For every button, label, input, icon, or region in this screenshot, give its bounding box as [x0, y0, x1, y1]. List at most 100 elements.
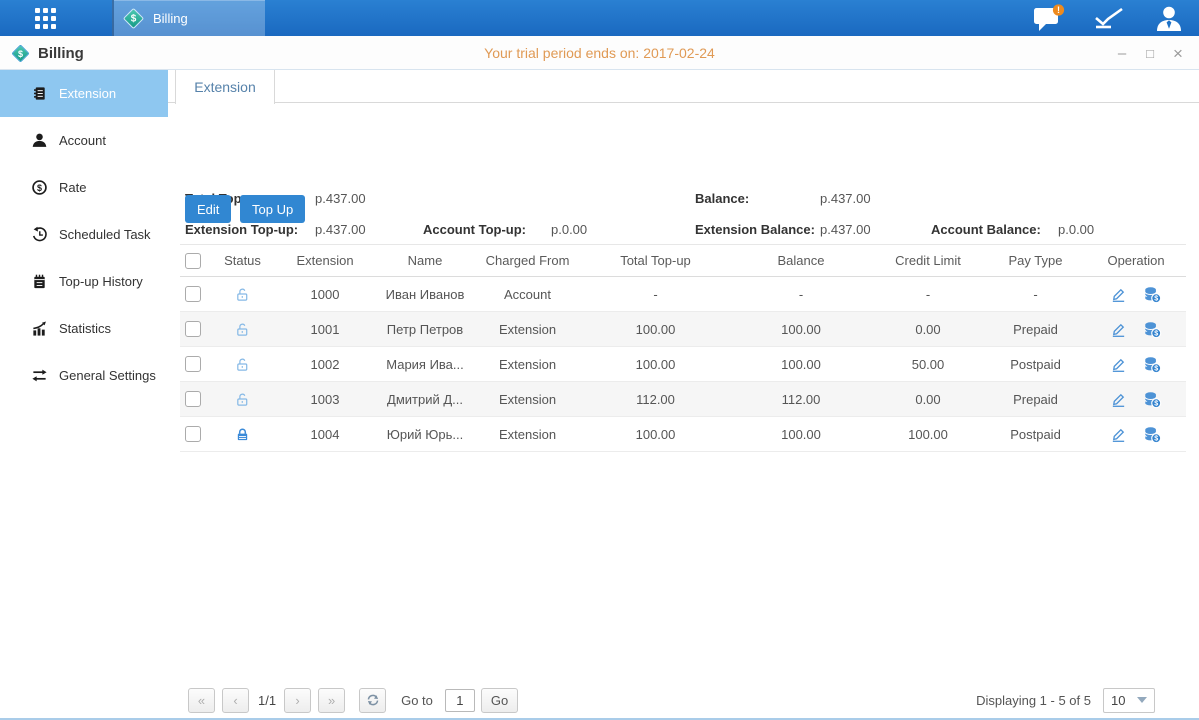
table-row: 1004 Юрий Юрь... Extension 100.00 100.00…	[180, 417, 1186, 452]
minimize-icon[interactable]: –	[1113, 44, 1131, 62]
app-tab-label: Billing	[153, 11, 188, 26]
row-credit-limit: 0.00	[871, 392, 985, 407]
row-balance: 100.00	[731, 322, 871, 337]
row-balance: 100.00	[731, 357, 871, 372]
sidebar-item-extension[interactable]: Extension	[0, 70, 168, 117]
row-credit-limit: -	[871, 287, 985, 302]
row-total-topup: 100.00	[580, 357, 731, 372]
sidebar-item-statistics[interactable]: Statistics	[0, 305, 168, 352]
edit-row-icon[interactable]	[1110, 286, 1127, 303]
prev-page-button[interactable]: ‹	[222, 688, 249, 713]
svg-text:$: $	[37, 183, 42, 193]
svg-text:!: !	[1057, 5, 1060, 15]
svg-text:$: $	[1154, 294, 1158, 302]
dollar-circle-icon: $	[31, 179, 48, 196]
row-checkbox[interactable]	[185, 391, 201, 407]
sidebar-item-rate[interactable]: $ Rate	[0, 164, 168, 211]
sidebar-item-general-settings[interactable]: General Settings	[0, 352, 168, 399]
edit-row-icon[interactable]	[1110, 391, 1127, 408]
edit-row-icon[interactable]	[1110, 426, 1127, 443]
pencil-icon	[1110, 321, 1127, 338]
topup-row-icon[interactable]: $	[1143, 320, 1162, 339]
topup-row-icon[interactable]: $	[1143, 285, 1162, 304]
account-balance-label: Account Balance:	[931, 222, 1041, 237]
chat-bubble-icon: !	[1033, 4, 1065, 32]
topup-row-icon[interactable]: $	[1143, 355, 1162, 374]
refresh-button[interactable]	[359, 688, 386, 713]
balance-value: p.437.00	[820, 191, 871, 206]
row-charged-from: Account	[475, 287, 580, 302]
billing-diamond-icon: $	[11, 44, 29, 62]
row-checkbox[interactable]	[185, 356, 201, 372]
close-icon[interactable]: ×	[1169, 44, 1187, 62]
extension-topup-label: Extension Top-up:	[185, 222, 298, 237]
sidebar-item-label: Extension	[59, 86, 116, 101]
row-extension: 1002	[275, 357, 375, 372]
last-page-button[interactable]: »	[318, 688, 345, 713]
extension-balance-value: p.437.00	[820, 222, 871, 237]
page-size-value: 10	[1111, 693, 1125, 708]
statistics-chart-icon[interactable]	[1079, 5, 1139, 31]
row-name: Дмитрий Д...	[375, 392, 475, 407]
messages-icon[interactable]: !	[1019, 4, 1079, 32]
edit-row-icon[interactable]	[1110, 356, 1127, 373]
select-all-checkbox[interactable]	[185, 253, 201, 269]
pencil-icon	[1110, 426, 1127, 443]
row-pay-type: -	[985, 287, 1086, 302]
svg-text:$: $	[1154, 364, 1158, 372]
extension-balance-label: Extension Balance:	[695, 222, 815, 237]
person-icon	[31, 132, 48, 149]
row-pay-type: Prepaid	[985, 392, 1086, 407]
first-page-button[interactable]: «	[188, 688, 215, 713]
topup-row-icon[interactable]: $	[1143, 390, 1162, 409]
table-row: 1002 Мария Ива... Extension 100.00 100.0…	[180, 347, 1186, 382]
edit-button[interactable]: Edit	[185, 195, 231, 223]
col-extension: Extension	[275, 253, 375, 268]
maximize-icon[interactable]: □	[1141, 44, 1159, 62]
row-extension: 1003	[275, 392, 375, 407]
page-size-select[interactable]: 10	[1103, 688, 1155, 713]
table-row: 1000 Иван Иванов Account - - - -	[180, 277, 1186, 312]
row-charged-from: Extension	[475, 427, 580, 442]
billing-app-tab[interactable]: $ Billing	[112, 0, 265, 36]
account-balance-value: p.0.00	[1058, 222, 1094, 237]
table-header-row: Status Extension Name Charged From Total…	[180, 244, 1186, 277]
row-name: Юрий Юрь...	[375, 427, 475, 442]
window-title: Billing	[38, 45, 84, 62]
goto-page-input[interactable]	[445, 689, 475, 712]
svg-text:$: $	[1154, 434, 1158, 442]
page-indicator: 1/1	[258, 693, 276, 708]
row-checkbox[interactable]	[185, 286, 201, 302]
row-charged-from: Extension	[475, 357, 580, 372]
user-account-icon[interactable]	[1139, 5, 1199, 31]
row-checkbox[interactable]	[185, 426, 201, 442]
topup-row-icon[interactable]: $	[1143, 425, 1162, 444]
topup-button[interactable]: Top Up	[240, 195, 305, 223]
row-charged-from: Extension	[475, 322, 580, 337]
sidebar-item-account[interactable]: Account	[0, 117, 168, 164]
sidebar-item-scheduled-task[interactable]: Scheduled Task	[0, 211, 168, 258]
go-button[interactable]: Go	[481, 688, 518, 713]
row-name: Петр Петров	[375, 322, 475, 337]
next-page-button[interactable]: ›	[284, 688, 311, 713]
tab-extension[interactable]: Extension	[175, 70, 275, 104]
billing-diamond-icon: $	[123, 7, 144, 28]
row-credit-limit: 0.00	[871, 322, 985, 337]
displaying-text: Displaying 1 - 5 of 5	[976, 693, 1091, 708]
unlocked-icon	[235, 287, 250, 302]
row-total-topup: 100.00	[580, 427, 731, 442]
app-grid-icon[interactable]	[35, 8, 56, 29]
tab-strip: Extension	[168, 70, 1199, 103]
col-total-topup: Total Top-up	[580, 253, 731, 268]
row-total-topup: 112.00	[580, 392, 731, 407]
edit-row-icon[interactable]	[1110, 321, 1127, 338]
chevron-down-icon	[1137, 697, 1147, 703]
unlocked-icon	[235, 357, 250, 372]
row-checkbox[interactable]	[185, 321, 201, 337]
sidebar-item-topup-history[interactable]: Top-up History	[0, 258, 168, 305]
pagination-bar: « ‹ 1/1 › » Go to Go Displaying 1 - 5 of…	[188, 686, 1186, 714]
pencil-icon	[1110, 391, 1127, 408]
coins-dollar-icon: $	[1143, 320, 1162, 339]
top-bar: $ Billing !	[0, 0, 1199, 36]
unlocked-icon	[235, 322, 250, 337]
